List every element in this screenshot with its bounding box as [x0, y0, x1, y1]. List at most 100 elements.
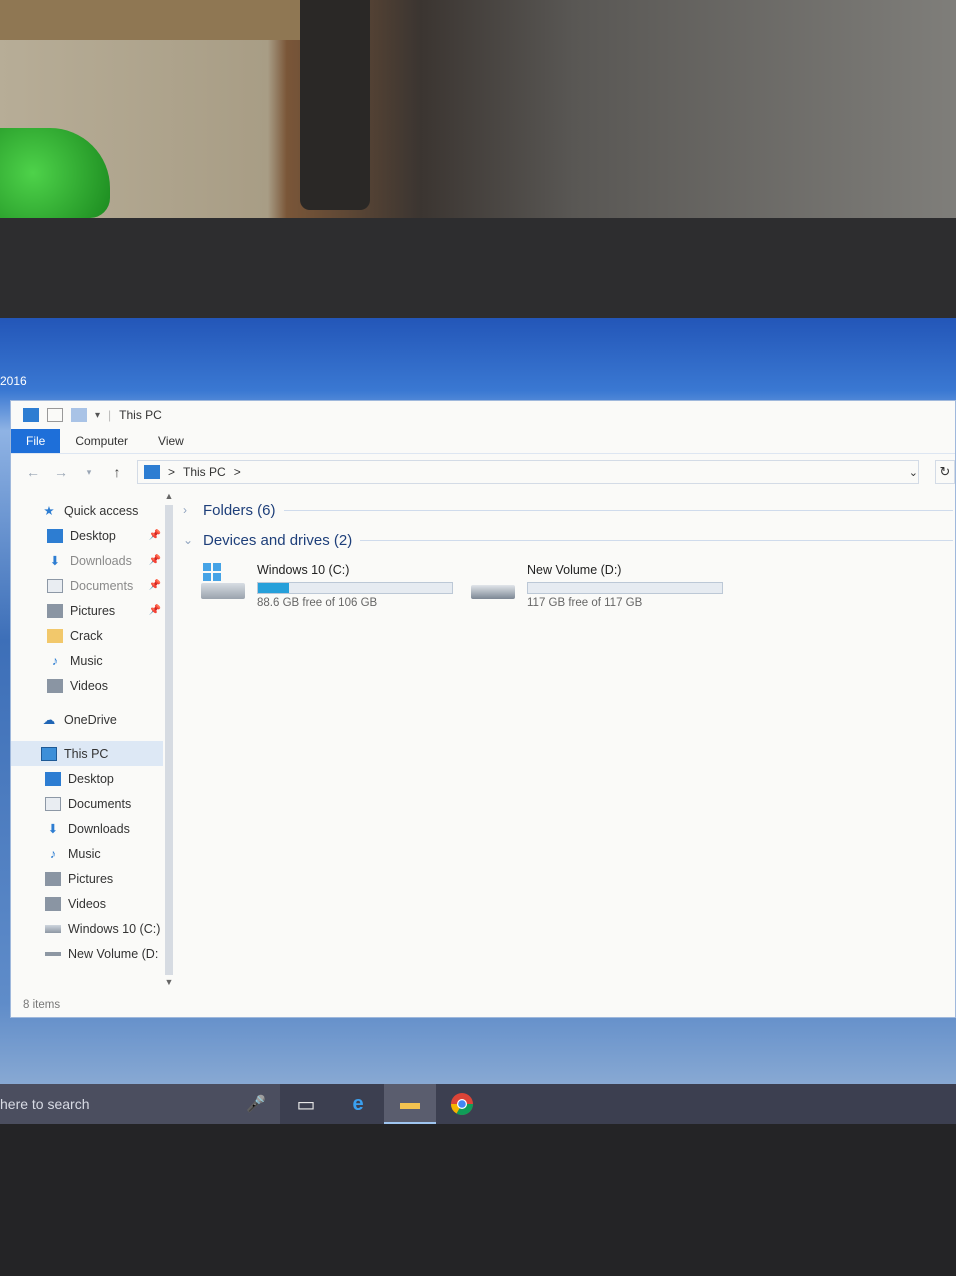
desktop-icon — [47, 528, 63, 543]
group-devices-label: Devices and drives (2) — [203, 531, 353, 549]
nav-pc-downloads[interactable]: ⬇ Downloads — [11, 816, 163, 841]
computer-icon — [23, 408, 39, 422]
nav-quick-access[interactable]: ★ Quick access — [11, 498, 163, 523]
drive-c-usage-bar — [257, 582, 453, 594]
desktop-screen: 2016 ▾ | This PC File Computer View ← → … — [0, 318, 956, 1124]
nav-pc-drive-d[interactable]: New Volume (D: — [11, 941, 163, 966]
shelf — [0, 0, 300, 40]
group-folders[interactable]: › Folders (6) — [183, 495, 955, 525]
nav-pc-videos[interactable]: Videos — [11, 891, 163, 916]
download-icon: ⬇ — [49, 554, 61, 568]
scroll-down-icon[interactable]: ▼ — [163, 977, 175, 987]
tab-view[interactable]: View — [143, 429, 199, 453]
drive-c-free-text: 88.6 GB free of 106 GB — [257, 597, 378, 609]
desktop-icon-label[interactable]: 2016 — [0, 374, 27, 388]
desktop-icons: 2016 — [0, 330, 27, 388]
nav-pc-desktop[interactable]: Desktop — [11, 766, 163, 791]
tab-file[interactable]: File — [11, 429, 61, 453]
folder-icon — [47, 628, 63, 643]
green-object — [0, 128, 110, 218]
group-divider — [283, 509, 953, 511]
documents-icon — [45, 796, 61, 811]
pin-icon: 📌 — [148, 555, 161, 566]
properties-icon[interactable] — [47, 408, 63, 422]
chevron-down-icon[interactable]: ⌄ — [183, 533, 195, 547]
address-bar[interactable]: > This PC > ⌄ — [137, 460, 919, 484]
drive-d[interactable]: New Volume (D:) 117 GB free of 117 GB — [471, 563, 725, 609]
nav-quick-crack[interactable]: Crack — [11, 623, 163, 648]
windows-drive-icon — [201, 563, 247, 603]
group-folders-label: Folders (6) — [203, 501, 276, 519]
nav-pc-music[interactable]: ♪ Music — [11, 841, 163, 866]
status-bar-item-count: 8 items — [23, 999, 61, 1011]
refresh-icon[interactable]: ↻ — [935, 460, 955, 484]
recent-dropdown-icon[interactable]: ▾ — [81, 467, 97, 478]
address-dropdown-icon[interactable]: ⌄ — [909, 466, 918, 479]
chrome-icon[interactable] — [436, 1084, 488, 1124]
new-folder-icon[interactable] — [71, 408, 87, 422]
videos-icon — [47, 678, 63, 693]
nav-pc-pictures[interactable]: Pictures — [11, 866, 163, 891]
download-icon: ⬇ — [47, 822, 59, 836]
drive-c-name: Windows 10 (C:) — [257, 563, 350, 577]
drive-c[interactable]: Windows 10 (C:) 88.6 GB free of 106 GB — [201, 563, 455, 609]
group-devices[interactable]: ⌄ Devices and drives (2) — [183, 525, 955, 555]
desktop-icon — [45, 771, 61, 786]
nav-quick-downloads[interactable]: ⬇ Downloads 📌 — [11, 548, 163, 573]
nav-scrollbar[interactable]: ▲ ▼ — [163, 491, 175, 991]
navigation-pane: ★ Quick access Desktop 📌 ⬇ Downloads 📌 D… — [11, 489, 163, 993]
drive-d-free-text: 117 GB free of 117 GB — [527, 597, 643, 609]
navigation-bar: ← → ▾ ↑ > This PC > ⌄ ↻ — [11, 453, 955, 490]
pin-icon: 📌 — [148, 530, 161, 541]
microphone-icon[interactable]: 🎤 — [246, 1094, 266, 1114]
star-icon: ★ — [43, 504, 55, 518]
chevron-right-icon[interactable]: › — [183, 503, 195, 517]
up-icon[interactable]: ↑ — [109, 464, 125, 480]
qat-dropdown-icon[interactable]: ▾ — [95, 410, 100, 421]
drive-d-name: New Volume (D:) — [527, 563, 622, 577]
nav-quick-desktop[interactable]: Desktop 📌 — [11, 523, 163, 548]
taskbar-search-box[interactable]: here to search 🎤 — [0, 1084, 280, 1124]
window-title: This PC — [119, 408, 162, 422]
drives-list: Windows 10 (C:) 88.6 GB free of 106 GB N… — [183, 563, 955, 609]
pictures-icon — [45, 871, 61, 886]
music-icon: ♪ — [51, 653, 59, 668]
pin-icon: 📌 — [148, 605, 161, 616]
nav-this-pc[interactable]: This PC — [11, 741, 163, 766]
this-pc-icon — [41, 746, 57, 761]
file-explorer-window: ▾ | This PC File Computer View ← → ▾ ↑ >… — [10, 400, 956, 1018]
scroll-thumb[interactable] — [165, 505, 173, 975]
nav-onedrive[interactable]: ☁ OneDrive — [11, 707, 163, 732]
forward-icon[interactable]: → — [53, 464, 69, 480]
nav-quick-music[interactable]: ♪ Music — [11, 648, 163, 673]
nav-quick-videos[interactable]: Videos — [11, 673, 163, 698]
hard-drive-icon — [471, 563, 517, 603]
pictures-icon — [47, 603, 63, 618]
drive-d-icon — [45, 951, 61, 956]
breadcrumb-this-pc[interactable]: This PC — [183, 465, 226, 479]
background-room — [0, 0, 956, 225]
edge-icon[interactable]: e — [332, 1084, 384, 1124]
taskbar: here to search 🎤 ▭ e ▬ — [0, 1084, 956, 1124]
documents-icon — [47, 578, 63, 593]
back-icon[interactable]: ← — [25, 464, 41, 480]
title-bar: ▾ | This PC — [11, 401, 955, 429]
nav-quick-documents[interactable]: Documents 📌 — [11, 573, 163, 598]
videos-icon — [45, 896, 61, 911]
search-placeholder: here to search — [0, 1096, 90, 1112]
path-separator: > — [168, 465, 176, 479]
background-device — [300, 0, 370, 210]
drive-d-usage-bar — [527, 582, 723, 594]
onedrive-icon: ☁ — [42, 713, 56, 727]
nav-pc-drive-c[interactable]: Windows 10 (C:) — [11, 916, 163, 941]
pin-icon: 📌 — [148, 580, 161, 591]
laptop-bezel-bottom — [0, 1124, 956, 1276]
drive-c-icon — [45, 924, 61, 933]
file-explorer-icon[interactable]: ▬ — [384, 1084, 436, 1124]
path-separator: > — [233, 465, 241, 479]
nav-quick-pictures[interactable]: Pictures 📌 — [11, 598, 163, 623]
tab-computer[interactable]: Computer — [60, 429, 143, 453]
scroll-up-icon[interactable]: ▲ — [163, 491, 175, 501]
task-view-icon[interactable]: ▭ — [280, 1084, 332, 1124]
nav-pc-documents[interactable]: Documents — [11, 791, 163, 816]
